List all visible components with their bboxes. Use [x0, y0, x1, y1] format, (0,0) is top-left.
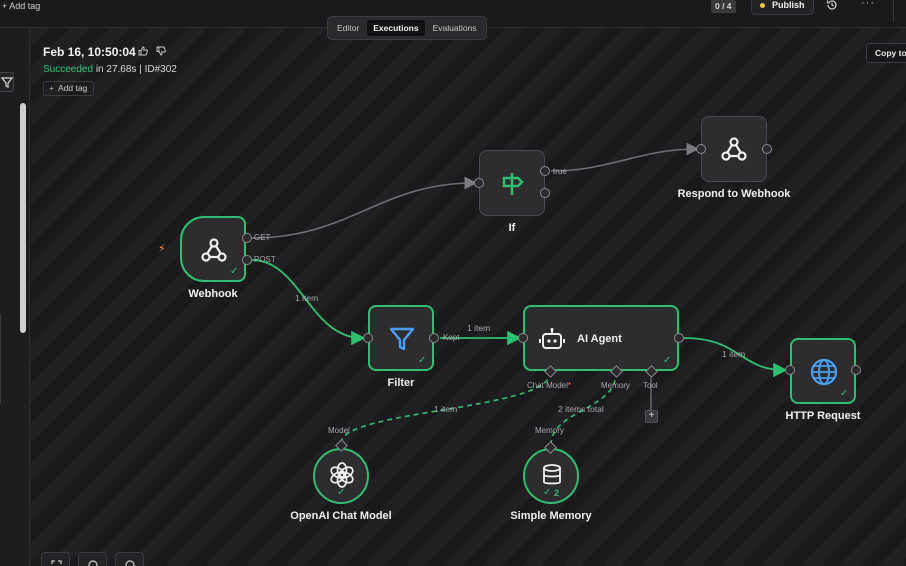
wire-label-agent-http: 1 item [722, 349, 746, 359]
wire-label-post-filter: 1 item [295, 293, 319, 303]
wire-label-model-agent: 1 item [434, 404, 458, 414]
chat-model-text: Chat Model [527, 381, 568, 390]
subport-label-memory: Memory [601, 381, 630, 390]
plus-icon: + [49, 83, 54, 93]
fit-view-button[interactable] [41, 552, 70, 566]
success-check-icon: ✓ [663, 355, 672, 366]
success-check-icon: ✓ [543, 487, 552, 498]
openai-chat-model-node[interactable]: ✓ [313, 448, 369, 504]
success-check-icon: ✓ [418, 355, 427, 366]
wire-label-filter-agent: 1 item [467, 323, 491, 333]
if-output-true[interactable] [540, 166, 550, 176]
output-port-post[interactable] [242, 255, 252, 265]
subport-label-chat-model: Chat Model* [527, 381, 571, 390]
robot-icon [539, 328, 565, 349]
success-check-icon: ✓ [230, 266, 239, 277]
openai-logo-icon [330, 462, 354, 488]
filter-icon [0, 77, 14, 88]
if-node[interactable] [479, 150, 545, 216]
connection-get-if [251, 176, 478, 239]
agent-input-port[interactable] [518, 333, 528, 343]
if-node-label: If [508, 222, 516, 234]
run-count-badge: 2 [554, 488, 560, 498]
database-icon [543, 464, 561, 485]
status-succeeded: Succeeded [43, 64, 94, 75]
panel-edge [0, 314, 1, 404]
mode-tabs: Editor Executions Evaluations [327, 16, 487, 40]
filter-node-label: Filter [387, 377, 415, 389]
http-output-port[interactable] [851, 365, 861, 375]
zoom-in-icon [88, 560, 98, 566]
connection-if-respond [550, 142, 700, 172]
tab-executions[interactable]: Executions [367, 20, 425, 36]
port-label-model: Model [328, 426, 350, 435]
zoom-out-icon [125, 560, 135, 566]
memory-node-label: Simple Memory [510, 510, 592, 522]
filter-output-kept[interactable] [429, 333, 439, 343]
filter-input-port[interactable] [363, 333, 373, 343]
if-signpost-icon [502, 173, 524, 195]
webhook-icon [201, 238, 227, 262]
filter-funnel-icon [389, 327, 415, 351]
trigger-bolt-icon: ⚡ [158, 243, 166, 255]
respond-node-label: Respond to Webhook [677, 188, 791, 200]
agent-output-port[interactable] [674, 333, 684, 343]
thumbs-down-icon[interactable] [156, 46, 166, 56]
required-marker: * [567, 381, 572, 390]
simple-memory-node[interactable]: ✓ 2 [523, 448, 579, 504]
port-label-kept: Kept [443, 333, 460, 342]
if-input-port[interactable] [474, 178, 484, 188]
respond-to-webhook-node[interactable] [701, 116, 767, 182]
ai-agent-node-label: AI Agent [577, 333, 622, 345]
webhook-node[interactable]: ✓ [180, 216, 246, 282]
executions-list-panel [0, 28, 30, 566]
port-label-memory: Memory [535, 426, 564, 435]
fit-view-icon [51, 560, 62, 564]
executions-scrollbar[interactable] [20, 103, 26, 333]
success-check-icon: ✓ [840, 388, 849, 399]
webhook-icon [721, 137, 747, 161]
thumbs-up-icon[interactable] [138, 46, 148, 56]
copy-to-editor-button[interactable]: Copy to [866, 43, 906, 63]
if-output-false[interactable] [540, 188, 550, 198]
http-node-label: HTTP Request [785, 410, 861, 422]
zoom-out-button[interactable] [115, 552, 144, 566]
wire-label-memory-agent: 2 items total [558, 404, 604, 414]
respond-input-port[interactable] [696, 144, 706, 154]
filter-node[interactable]: ✓ [368, 305, 434, 371]
zoom-in-button[interactable] [78, 552, 107, 566]
openai-node-label: OpenAI Chat Model [290, 510, 392, 522]
add-tag-label: Add tag [57, 83, 88, 93]
ai-agent-node[interactable]: AI Agent ✓ [523, 305, 679, 371]
execution-status: Succeeded in 27.68s | ID#302 [43, 64, 177, 75]
port-label-true: true [553, 167, 567, 176]
execution-date: Feb 16, 10:50:04 [43, 45, 136, 59]
tab-editor[interactable]: Editor [331, 20, 365, 36]
add-tag-button[interactable]: + Add tag [43, 81, 95, 96]
respond-output-port[interactable] [762, 144, 772, 154]
port-label-get: GET [254, 233, 271, 242]
success-check-icon: ✓ [337, 487, 346, 498]
execution-duration-id: in 27.68s | ID#302 [95, 64, 177, 75]
output-port-get[interactable] [242, 233, 252, 243]
subport-label-tool: Tool [643, 381, 658, 390]
http-input-port[interactable] [785, 365, 795, 375]
connections-layer [251, 142, 788, 446]
add-tool-button[interactable]: + [645, 410, 658, 423]
globe-icon [810, 358, 838, 386]
tab-evaluations[interactable]: Evaluations [427, 20, 483, 36]
port-label-post: POST [254, 255, 276, 264]
webhook-node-label: Webhook [188, 288, 238, 300]
filter-executions-button[interactable] [0, 72, 14, 92]
http-request-node[interactable]: ✓ [790, 338, 856, 404]
